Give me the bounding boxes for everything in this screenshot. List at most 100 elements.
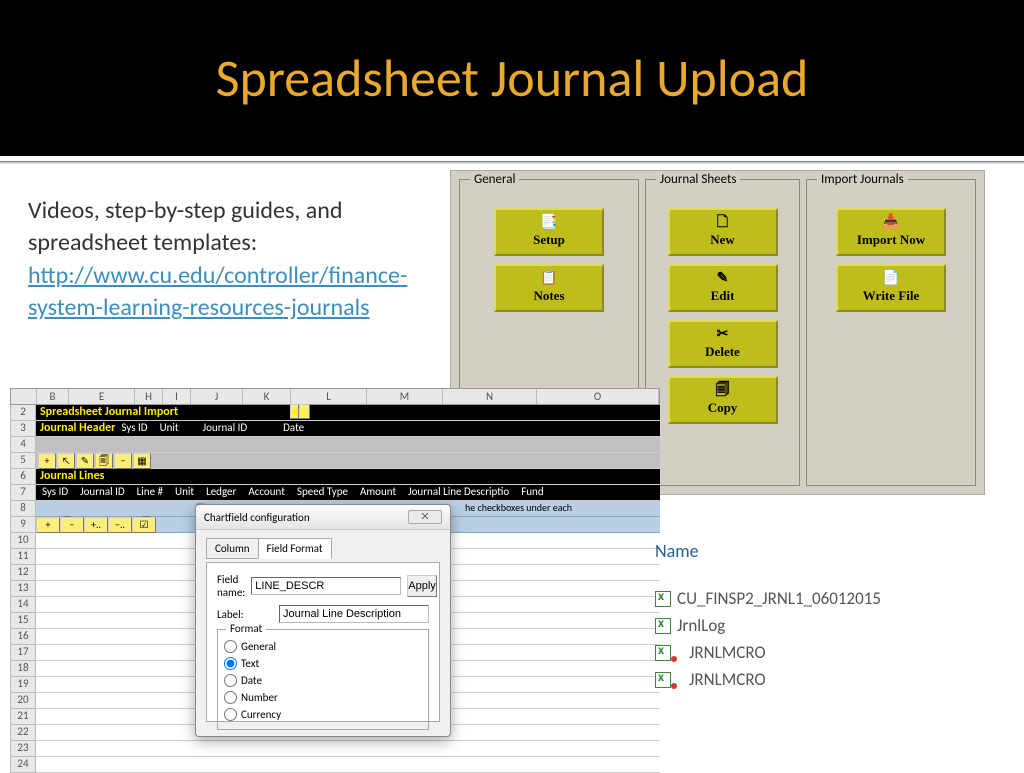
toolbar-button[interactable]: − <box>114 453 132 469</box>
notes-icon: 📋 <box>540 272 557 286</box>
toolbar-button[interactable]: 🗐 <box>95 453 113 469</box>
row-header[interactable]: 9 <box>10 517 36 533</box>
col-header[interactable]: J <box>191 389 243 404</box>
row-header[interactable]: 13 <box>10 581 36 597</box>
toolbar-button[interactable]: − <box>60 517 84 533</box>
sheet-row: 4 <box>10 437 660 453</box>
button-label: New <box>710 232 735 248</box>
toolbar-button[interactable]: + <box>38 453 56 469</box>
label-input[interactable] <box>279 605 429 623</box>
row-header[interactable]: 6 <box>10 469 36 485</box>
row-header[interactable]: 23 <box>10 741 36 757</box>
toolbar-button[interactable]: +.. <box>84 517 108 533</box>
toolbar-button[interactable]: ✎ <box>76 453 94 469</box>
label-label: Label: <box>217 608 273 621</box>
row-header[interactable]: 16 <box>10 629 36 645</box>
file-row[interactable]: JrnlLog <box>655 615 1005 636</box>
toolbar-button[interactable]: ▦ <box>133 453 151 469</box>
radio-label: Text <box>241 657 259 670</box>
row-header[interactable]: 3 <box>10 421 36 437</box>
format-option-general[interactable]: General <box>224 638 422 655</box>
import-import-now-button[interactable]: 📥 Import Now <box>836 208 946 256</box>
radio-input[interactable] <box>224 674 237 687</box>
file-row[interactable]: JRNLMCRO <box>655 669 1005 690</box>
excel-file-icon <box>655 645 671 661</box>
col-header[interactable]: K <box>243 389 291 404</box>
apply-button[interactable]: Apply <box>407 575 437 597</box>
col-header[interactable]: I <box>163 389 191 404</box>
pin-icon <box>671 656 677 662</box>
sheet-row: 24 <box>10 757 660 773</box>
intro-text: Videos, step-by-step guides, and spreads… <box>28 196 342 257</box>
row-header[interactable]: 2 <box>10 405 36 421</box>
row-header[interactable]: 15 <box>10 613 36 629</box>
row-header[interactable]: 10 <box>10 533 36 549</box>
radio-label: General <box>241 640 276 653</box>
sheets-delete-button[interactable]: ✂Delete <box>668 320 778 368</box>
row-header[interactable]: 11 <box>10 549 36 565</box>
col-header[interactable]: L <box>291 389 367 404</box>
button-label: Import Now <box>857 232 925 248</box>
row-header[interactable]: 14 <box>10 597 36 613</box>
radio-input[interactable] <box>224 691 237 704</box>
col-header[interactable]: O <box>537 389 659 404</box>
import-write-file-button[interactable]: 📄Write File <box>836 264 946 312</box>
row-header[interactable]: 7 <box>10 485 36 501</box>
col-header[interactable] <box>11 389 37 404</box>
column-label: Unit <box>169 485 200 498</box>
general-notes-button[interactable]: 📋Notes <box>494 264 604 312</box>
excel-file-icon <box>655 618 671 634</box>
resources-link[interactable]: http://www.cu.edu/controller/finance-sys… <box>28 261 407 322</box>
tab-field-format[interactable]: Field Format <box>258 538 332 559</box>
row-header[interactable]: 8 <box>10 501 36 517</box>
file-row[interactable]: JRNLMCRO <box>655 642 1005 663</box>
groupbox-title: General <box>470 172 519 187</box>
file-name: JRNLMCRO <box>689 642 766 663</box>
tab-column[interactable]: Column <box>206 538 259 559</box>
general-setup-button[interactable]: 📑Setup <box>494 208 604 256</box>
import-now-icon: 📥 <box>882 216 899 230</box>
toolbar-button[interactable]: + <box>36 517 60 533</box>
row-header[interactable]: 5 <box>10 453 36 469</box>
file-row[interactable]: CU_FINSP2_JRNL1_06012015 <box>655 588 1005 609</box>
format-option-date[interactable]: Date <box>224 672 422 689</box>
sheets-edit-button[interactable]: ✎Edit <box>668 264 778 312</box>
format-option-text[interactable]: Text <box>224 655 422 672</box>
row-header[interactable]: 24 <box>10 757 36 773</box>
radio-input[interactable] <box>224 657 237 670</box>
col-header[interactable]: E <box>69 389 135 404</box>
toolbar-button[interactable]: ↖ <box>57 453 75 469</box>
home-icon[interactable]: ⌂ <box>299 404 310 419</box>
radio-input[interactable] <box>224 640 237 653</box>
sheet-row: 23 <box>10 741 660 757</box>
sheets-new-button[interactable]: 🗋New <box>668 208 778 256</box>
format-option-currency[interactable]: Currency <box>224 706 422 723</box>
col-header[interactable]: B <box>37 389 69 404</box>
import-title: Spreadsheet Journal Import <box>36 405 178 419</box>
toolbar-button[interactable]: ☑ <box>132 517 156 533</box>
column-label: Account <box>242 485 291 498</box>
col-header[interactable]: N <box>443 389 537 404</box>
toolbar-button[interactable]: −.. <box>108 517 132 533</box>
row-header[interactable]: 21 <box>10 709 36 725</box>
sheets-copy-button[interactable]: 🗐Copy <box>668 376 778 424</box>
dialog-title: Chartfield configuration <box>204 511 310 524</box>
format-option-number[interactable]: Number <box>224 689 422 706</box>
button-label: Copy <box>708 400 738 416</box>
row-header[interactable]: 20 <box>10 693 36 709</box>
row-header[interactable]: 22 <box>10 725 36 741</box>
divider <box>0 161 1024 164</box>
row-header[interactable]: 18 <box>10 661 36 677</box>
close-icon[interactable]: ✕ <box>408 510 442 524</box>
row-header[interactable]: 4 <box>10 437 36 453</box>
radio-label: Currency <box>241 708 281 721</box>
row-header[interactable]: 17 <box>10 645 36 661</box>
row-header[interactable]: 19 <box>10 677 36 693</box>
nav-back-icon[interactable]: ◀ <box>290 404 300 419</box>
field-name-input[interactable] <box>251 577 401 595</box>
col-header[interactable]: M <box>367 389 443 404</box>
button-label: Write File <box>863 288 919 304</box>
radio-input[interactable] <box>224 708 237 721</box>
col-header[interactable]: H <box>135 389 163 404</box>
row-header[interactable]: 12 <box>10 565 36 581</box>
